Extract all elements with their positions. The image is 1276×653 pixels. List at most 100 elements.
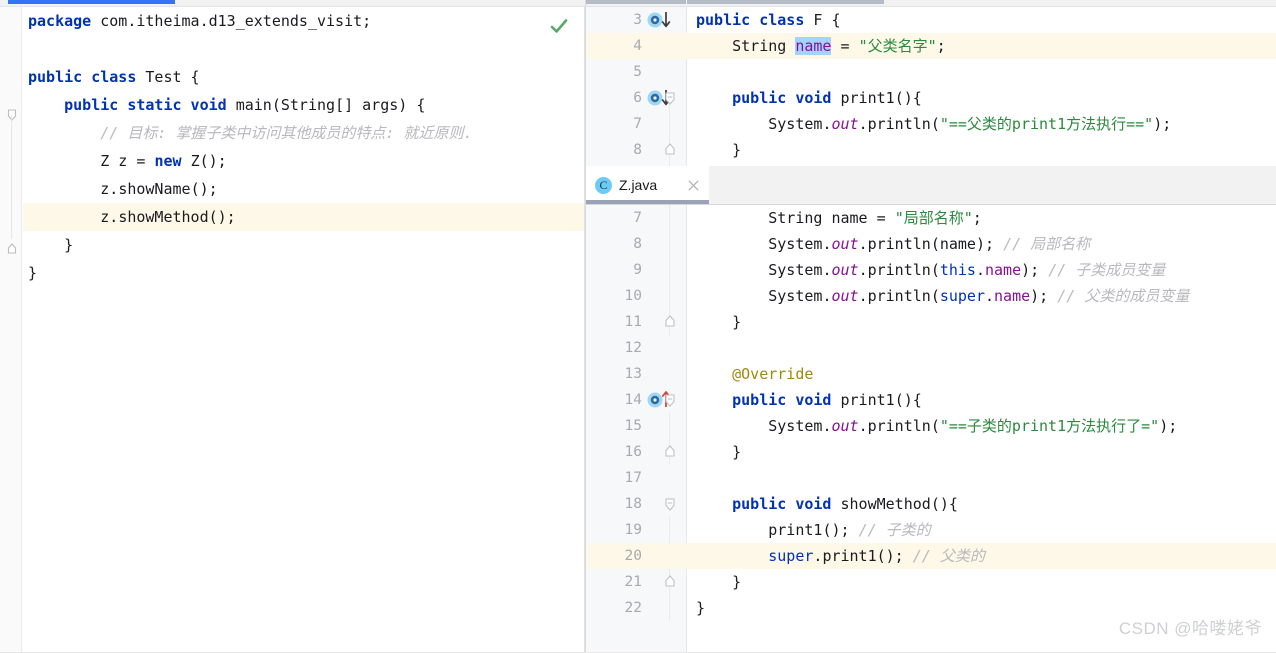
code-line-text: public class Test { — [28, 68, 200, 86]
code-line-active[interactable]: z.showMethod(); — [23, 203, 585, 231]
code-line-text: Z z = new Z(); — [100, 152, 227, 170]
f-java-text[interactable]: 3 public class F { 4 String name = "父类名字… — [586, 7, 1276, 166]
code-line[interactable]: // 目标: 掌握子类中访问其他成员的特点: 就近原则. — [23, 119, 585, 147]
code-line[interactable]: 21 } — [586, 569, 1276, 595]
code-line[interactable]: package com.itheima.d13_extends_visit; — [23, 7, 585, 35]
line-number: 9 — [633, 262, 642, 278]
implemented-by-subclass-icon[interactable] — [646, 7, 680, 33]
code-line-text: String name = "父类名字"; — [732, 37, 946, 55]
close-icon[interactable] — [687, 179, 700, 192]
line-number: 7 — [633, 210, 642, 226]
z-java-editor[interactable]: 7 String name = "局部名称"; 8 System.out.pri… — [586, 205, 1276, 653]
fold-end-icon[interactable] — [662, 309, 678, 335]
code-line-text: } — [696, 443, 742, 461]
active-tab-underline — [586, 200, 709, 204]
code-line-text: System.out.println("==父类的print1方法执行=="); — [768, 115, 1172, 133]
right-editor-pane: 3 public class F { 4 String name = "父类名字… — [586, 0, 1276, 653]
fold-end-icon[interactable] — [662, 137, 678, 163]
code-line[interactable]: 5 — [586, 59, 1276, 85]
line-number: 17 — [624, 470, 642, 486]
code-line[interactable]: 8 System.out.println(name); // 局部名称 — [586, 231, 1276, 257]
f-java-tabbar-strip — [586, 0, 1276, 7]
code-line[interactable]: 3 public class F { — [586, 7, 1276, 33]
editor-tabbar[interactable]: C Z.java — [586, 166, 1276, 205]
code-line-text: z.showMethod(); — [28, 208, 236, 226]
code-line[interactable]: 16 } — [586, 439, 1276, 465]
line-number: 15 — [624, 418, 642, 434]
code-line-text: } — [28, 236, 74, 254]
fold-end-icon[interactable] — [662, 569, 678, 595]
line-number: 8 — [633, 236, 642, 252]
fold-expanded-icon[interactable] — [662, 85, 678, 111]
tab-label: Z.java — [619, 177, 658, 193]
f-java-editor[interactable]: 3 public class F { 4 String name = "父类名字… — [586, 0, 1276, 166]
code-line-text: super.print1(); // 父类的 — [768, 547, 985, 565]
code-line-text: } — [696, 573, 742, 591]
code-line[interactable]: 18 public void showMethod(){ — [586, 491, 1276, 517]
code-line[interactable]: } — [23, 231, 585, 259]
line-number: 5 — [633, 64, 642, 80]
code-line-text: // 目标: 掌握子类中访问其他成员的特点: 就近原则. — [100, 124, 473, 142]
code-line-text: public void showMethod(){ — [732, 495, 958, 513]
left-editor-gutter[interactable] — [0, 7, 22, 653]
code-line-text: } — [28, 264, 38, 282]
code-line-text: package com.itheima.d13_extends_visit; — [28, 12, 372, 30]
code-line-text: System.out.println(name); // 局部名称 — [768, 235, 1091, 253]
code-line-active[interactable]: 4 String name = "父类名字"; — [586, 33, 1276, 59]
fold-expanded-icon[interactable] — [662, 387, 678, 413]
pane-divider[interactable] — [584, 7, 585, 653]
code-line[interactable] — [23, 35, 585, 63]
line-number: 14 — [624, 392, 642, 408]
code-line-active[interactable]: 20 super.print1(); // 父类的 — [586, 543, 1276, 569]
code-line-text: String name = "局部名称"; — [768, 209, 982, 227]
code-line[interactable]: 12 — [586, 335, 1276, 361]
editor-split-view: package com.itheima.d13_extends_visit; p… — [0, 0, 1276, 653]
line-number: 4 — [633, 38, 642, 54]
left-editor-text[interactable]: package com.itheima.d13_extends_visit; p… — [23, 7, 585, 653]
code-line[interactable]: public class Test { — [23, 63, 585, 91]
code-line[interactable]: 13 @Override — [586, 361, 1276, 387]
code-line[interactable]: Z z = new Z(); — [23, 147, 585, 175]
code-line[interactable]: 7 System.out.println("==父类的print1方法执行=="… — [586, 111, 1276, 137]
fold-region-line — [11, 115, 12, 239]
fold-expanded-icon[interactable] — [5, 102, 19, 130]
line-number: 6 — [633, 90, 642, 106]
line-number: 12 — [624, 340, 642, 356]
code-line[interactable]: 19 print1(); // 子类的 — [586, 517, 1276, 543]
code-line[interactable]: 10 System.out.println(super.name); // 父类… — [586, 283, 1276, 309]
code-line[interactable]: 9 System.out.println(this.name); // 子类成员… — [586, 257, 1276, 283]
left-tabbar-strip — [0, 0, 585, 7]
fold-end-icon[interactable] — [5, 235, 19, 263]
line-number: 11 — [624, 314, 642, 330]
code-line-text: } — [696, 141, 742, 159]
code-line[interactable]: 14 public void print1(){ — [586, 387, 1276, 413]
line-number: 10 — [624, 288, 642, 304]
code-line[interactable]: z.showName(); — [23, 175, 585, 203]
code-line[interactable]: 7 String name = "局部名称"; — [586, 205, 1276, 231]
z-java-text[interactable]: 7 String name = "局部名称"; 8 System.out.pri… — [586, 205, 1276, 653]
tab-z-java[interactable]: C Z.java — [586, 166, 709, 204]
code-line-text: public void print1(){ — [732, 89, 922, 107]
code-line[interactable]: 8 } — [586, 137, 1276, 163]
code-line-text: public static void main(String[] args) { — [64, 96, 426, 114]
code-line[interactable]: public static void main(String[] args) { — [23, 91, 585, 119]
fold-end-icon[interactable] — [662, 439, 678, 465]
code-line[interactable]: } — [23, 259, 585, 287]
java-class-icon: C — [595, 176, 612, 194]
line-number: 21 — [624, 574, 642, 590]
line-number: 22 — [624, 600, 642, 616]
left-editor-pane: package com.itheima.d13_extends_visit; p… — [0, 0, 586, 653]
code-line[interactable]: 11 } — [586, 309, 1276, 335]
line-number: 3 — [633, 12, 642, 28]
code-line[interactable]: 17 — [586, 465, 1276, 491]
code-line-text: public void print1(){ — [732, 391, 922, 409]
line-number: 19 — [624, 522, 642, 538]
line-number: 16 — [624, 444, 642, 460]
code-line[interactable]: 15 System.out.println("==子类的print1方法执行了=… — [586, 413, 1276, 439]
fold-expanded-icon[interactable] — [662, 491, 678, 517]
code-line-text: z.showName(); — [28, 180, 218, 198]
code-line[interactable]: 6 public void print1(){ — [586, 85, 1276, 111]
left-active-tab-underline — [8, 0, 175, 4]
inspection-ok-check-icon[interactable] — [549, 16, 569, 36]
code-line-text: System.out.println(super.name); // 父类的成员… — [768, 287, 1190, 305]
